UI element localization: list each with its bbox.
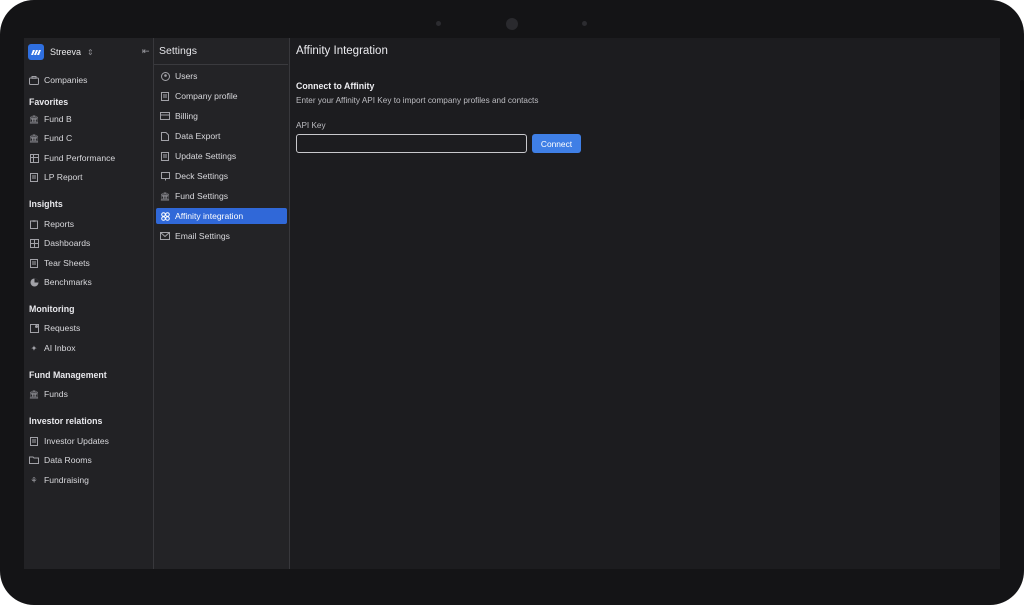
settings-item-email-settings[interactable]: Email Settings bbox=[156, 228, 287, 244]
section-heading: Connect to Affinity bbox=[296, 81, 375, 91]
settings-item-label: Billing bbox=[175, 111, 198, 121]
request-icon bbox=[29, 323, 39, 333]
pie-icon bbox=[29, 277, 39, 287]
settings-item-label: Fund Settings bbox=[175, 191, 229, 201]
chevron-updown-icon: ⇕ bbox=[87, 47, 94, 57]
sensor-dot bbox=[436, 21, 441, 26]
page-title: Affinity Integration bbox=[296, 45, 388, 57]
bank-icon: 🏛 bbox=[28, 389, 40, 399]
settings-item-label: Data Export bbox=[175, 131, 221, 141]
document-icon bbox=[160, 91, 170, 101]
section-title-investor-relations: Investor relations bbox=[29, 416, 103, 426]
sidebar-item-lp-report[interactable]: LP Report bbox=[29, 169, 83, 185]
section-title-insights: Insights bbox=[29, 199, 63, 209]
sidebar: Streeva ⇕ ⇤ Companies Favorites 🏛 Fund B … bbox=[24, 38, 154, 569]
settings-item-affinity-integration[interactable]: Affinity integration bbox=[156, 208, 287, 224]
section-description: Enter your Affinity API Key to import co… bbox=[296, 96, 539, 105]
sidebar-item-label: Data Rooms bbox=[44, 455, 92, 465]
sidebar-item-companies[interactable]: Companies bbox=[29, 72, 87, 88]
sidebar-item-label: Fundraising bbox=[44, 475, 89, 485]
sidebar-item-label: Companies bbox=[44, 75, 88, 85]
sidebar-item-label: Investor Updates bbox=[44, 436, 109, 446]
document-icon bbox=[29, 436, 39, 446]
affinity-icon bbox=[160, 211, 170, 221]
workspace-logo bbox=[28, 44, 44, 60]
clipboard-icon bbox=[29, 219, 39, 229]
api-key-label: API Key bbox=[296, 121, 326, 130]
document-icon bbox=[29, 258, 39, 268]
sidebar-item-label: AI Inbox bbox=[44, 343, 76, 353]
settings-title: Settings bbox=[159, 45, 197, 57]
sidebar-item-ai-inbox[interactable]: ✦ AI Inbox bbox=[29, 340, 76, 356]
connect-button[interactable]: Connect bbox=[532, 134, 581, 153]
settings-panel: Settings Users Company profile Billing D… bbox=[154, 38, 290, 569]
section-title-favorites: Favorites bbox=[29, 97, 69, 107]
camera bbox=[506, 18, 518, 30]
api-key-input[interactable] bbox=[296, 134, 527, 153]
inbox-icon: ✦ bbox=[30, 343, 38, 353]
deck-icon bbox=[160, 171, 170, 181]
settings-item-label: Affinity integration bbox=[175, 211, 244, 221]
workspace-name: Streeva bbox=[50, 47, 82, 57]
tablet-frame: Streeva ⇕ ⇤ Companies Favorites 🏛 Fund B … bbox=[0, 0, 1024, 605]
settings-item-update-settings[interactable]: Update Settings bbox=[156, 148, 287, 164]
app-screen: Streeva ⇕ ⇤ Companies Favorites 🏛 Fund B … bbox=[24, 38, 1000, 569]
collapse-sidebar-icon[interactable]: ⇤ bbox=[142, 46, 150, 57]
sidebar-item-label: Funds bbox=[44, 389, 68, 399]
bank-icon: 🏛 bbox=[28, 133, 40, 143]
card-icon bbox=[160, 111, 170, 121]
bank-icon: 🏛 bbox=[28, 114, 40, 124]
settings-item-label: Deck Settings bbox=[175, 171, 229, 181]
section-title-fund-management: Fund Management bbox=[29, 370, 107, 380]
settings-item-billing[interactable]: Billing bbox=[156, 108, 287, 124]
sidebar-item-label: LP Report bbox=[44, 172, 83, 182]
sidebar-item-benchmarks[interactable]: Benchmarks bbox=[29, 274, 92, 290]
settings-item-label: Email Settings bbox=[175, 231, 230, 241]
sidebar-item-label: Fund B bbox=[44, 114, 72, 124]
side-button bbox=[1020, 80, 1024, 120]
workspace-switcher[interactable]: Streeva ⇕ bbox=[28, 42, 150, 62]
sidebar-item-fund-b[interactable]: 🏛 Fund B bbox=[29, 111, 72, 127]
sidebar-item-fundraising[interactable]: ⚘ Fundraising bbox=[29, 472, 89, 488]
document-icon bbox=[29, 172, 39, 182]
sidebar-item-label: Tear Sheets bbox=[44, 258, 90, 268]
settings-item-label: Users bbox=[175, 71, 198, 81]
sidebar-item-tear-sheets[interactable]: Tear Sheets bbox=[29, 255, 90, 271]
mail-icon bbox=[160, 231, 170, 241]
sidebar-item-label: Fund Performance bbox=[44, 153, 116, 163]
main-content: Affinity Integration Connect to Affinity… bbox=[290, 38, 1000, 569]
briefcase-icon bbox=[29, 75, 39, 85]
settings-item-company-profile[interactable]: Company profile bbox=[156, 88, 287, 104]
sidebar-item-fund-performance[interactable]: Fund Performance bbox=[29, 150, 115, 166]
settings-item-deck-settings[interactable]: Deck Settings bbox=[156, 168, 287, 184]
settings-item-label: Update Settings bbox=[175, 151, 237, 161]
sidebar-item-requests[interactable]: Requests bbox=[29, 320, 80, 336]
sensor-dot bbox=[582, 21, 587, 26]
sidebar-item-investor-updates[interactable]: Investor Updates bbox=[29, 433, 109, 449]
grid-icon bbox=[29, 238, 39, 248]
folder-icon bbox=[29, 455, 39, 465]
bank-icon: 🏛 bbox=[159, 191, 171, 201]
sidebar-item-data-rooms[interactable]: Data Rooms bbox=[29, 452, 92, 468]
document-icon bbox=[160, 151, 170, 161]
table-icon bbox=[29, 153, 39, 163]
settings-item-fund-settings[interactable]: 🏛 Fund Settings bbox=[156, 188, 287, 204]
settings-item-label: Company profile bbox=[175, 91, 238, 101]
divider bbox=[154, 64, 288, 65]
settings-item-users[interactable]: Users bbox=[156, 68, 287, 84]
sidebar-item-fund-c[interactable]: 🏛 Fund C bbox=[29, 130, 72, 146]
settings-item-data-export[interactable]: Data Export bbox=[156, 128, 287, 144]
sprout-icon: ⚘ bbox=[30, 475, 38, 485]
sidebar-item-label: Requests bbox=[44, 323, 81, 333]
section-title-monitoring: Monitoring bbox=[29, 304, 75, 314]
sidebar-item-label: Dashboards bbox=[44, 238, 91, 248]
user-icon bbox=[160, 71, 170, 81]
sidebar-item-label: Fund C bbox=[44, 133, 73, 143]
sidebar-item-dashboards[interactable]: Dashboards bbox=[29, 235, 90, 251]
sidebar-item-funds[interactable]: 🏛 Funds bbox=[29, 386, 68, 402]
sidebar-item-reports[interactable]: Reports bbox=[29, 216, 74, 232]
sidebar-item-label: Reports bbox=[44, 219, 75, 229]
file-icon bbox=[160, 131, 170, 141]
sidebar-item-label: Benchmarks bbox=[44, 277, 92, 287]
